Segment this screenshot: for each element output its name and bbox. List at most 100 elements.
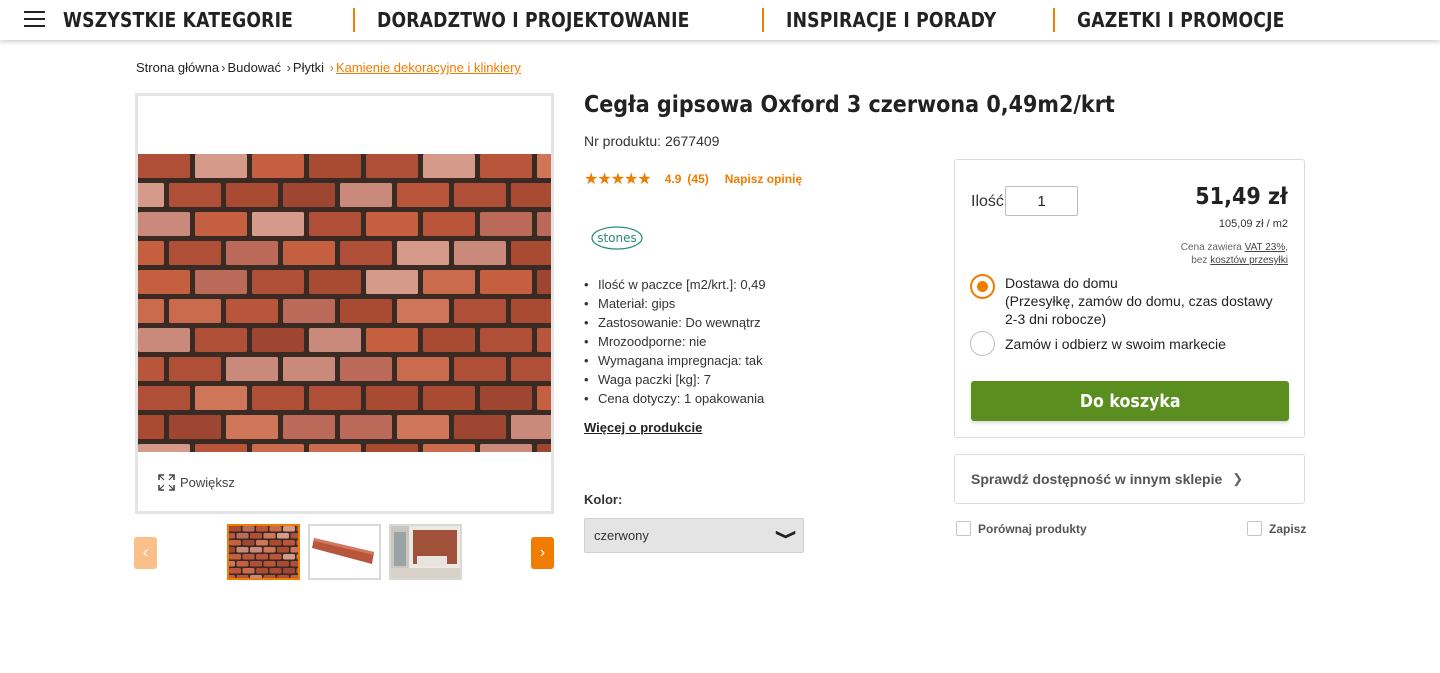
brick-texture — [340, 415, 392, 439]
delivery-option-home[interactable]: Dostawa do domu (Przesyłkę, zamów do domu… — [970, 274, 1285, 328]
brick-texture — [511, 415, 551, 439]
color-select[interactable]: czerwony ❯ — [584, 518, 804, 553]
feature-item: Zastosowanie: Do wewnątrz — [584, 313, 766, 332]
brick-texture — [229, 554, 241, 560]
thumbnail-brick-wall-image — [229, 526, 298, 578]
brick-texture — [256, 526, 268, 532]
brick-texture — [537, 270, 551, 294]
chevron-down-icon: ❯ — [776, 528, 800, 541]
breadcrumb-home[interactable]: Strona główna — [136, 60, 219, 75]
brick-texture — [229, 561, 235, 567]
brick-texture — [283, 568, 295, 574]
nav-advice-design[interactable]: DORADZTWO I PROJEKTOWANIE — [377, 8, 690, 32]
compare-checkbox-box[interactable] — [956, 521, 971, 536]
brick-texture — [309, 270, 361, 294]
brick-texture — [263, 561, 276, 567]
brick-texture — [229, 540, 241, 546]
brick-texture — [480, 328, 532, 352]
brick-texture — [242, 526, 255, 532]
brick-texture — [195, 154, 247, 178]
brick-texture — [397, 357, 449, 381]
brick-texture — [366, 386, 418, 410]
rating-score: 4.9 — [664, 172, 682, 186]
more-about-product-link[interactable]: Więcej o produkcie — [584, 420, 702, 435]
breadcrumb-build[interactable]: Budować — [227, 60, 280, 75]
delivery-option-pickup[interactable]: Zamów i odbierz w swoim markecie — [970, 331, 1285, 356]
product-number: Nr produktu: 2677409 — [584, 133, 719, 149]
brick-texture — [226, 299, 278, 323]
brick-texture — [226, 357, 278, 381]
brick-texture — [226, 241, 278, 265]
brick-texture — [537, 386, 551, 410]
check-availability-button[interactable]: Sprawdź dostępność w innym sklepie ❯ — [954, 454, 1305, 504]
brand-logo[interactable]: stones — [590, 224, 646, 257]
breadcrumb-separator: › — [221, 60, 226, 75]
brick-texture — [269, 568, 282, 574]
save-checkbox[interactable]: Zapisz — [1247, 521, 1306, 536]
thumbnail-interior-image — [391, 526, 460, 578]
delivery-pickup-radio[interactable] — [970, 331, 995, 356]
brick-texture — [229, 575, 235, 578]
brick-texture — [366, 270, 418, 294]
nav-separator — [761, 8, 764, 32]
brick-texture — [309, 212, 361, 236]
feature-item: Wymagana impregnacja: tak — [584, 351, 766, 370]
thumbnail-brick-wall[interactable] — [227, 524, 300, 580]
shipping-costs-link[interactable]: kosztów przesyłki — [1210, 255, 1288, 266]
vat-link[interactable]: VAT 23% — [1245, 242, 1286, 253]
nav-all-categories[interactable]: WSZYSTKIE KATEGORIE — [63, 8, 293, 32]
compare-products-checkbox[interactable]: Porównaj produkty — [956, 521, 1087, 536]
delivery-home-title: Dostawa do domu — [1005, 275, 1118, 291]
write-review-link[interactable]: Napisz opinię — [725, 172, 802, 186]
brick-texture — [226, 183, 278, 207]
brick-texture — [263, 533, 276, 539]
compare-label: Porównaj produkty — [978, 521, 1087, 536]
brand-name: stones — [597, 231, 637, 245]
brick-texture — [252, 212, 304, 236]
brick-texture — [290, 533, 298, 539]
brick-texture — [309, 386, 361, 410]
breadcrumb: Strona główna › Budować › Płytki › Kamienie … — [136, 60, 521, 75]
brick-texture — [252, 328, 304, 352]
zoom-button[interactable]: Powiększ — [158, 474, 235, 491]
rating-count[interactable]: (45) — [687, 172, 708, 186]
brick-texture — [138, 386, 190, 410]
thumbnail-next-button[interactable]: › — [531, 537, 554, 569]
feature-item: Materiał: gips — [584, 294, 766, 313]
brick-texture — [195, 270, 247, 294]
brick-texture — [397, 241, 449, 265]
brick-texture — [283, 183, 335, 207]
brick-texture — [454, 415, 506, 439]
brick-texture — [169, 241, 221, 265]
brick-texture — [236, 533, 249, 539]
brick-texture — [169, 183, 221, 207]
quantity-input[interactable] — [1005, 186, 1078, 216]
thumbnail-single-brick[interactable] — [308, 524, 381, 580]
breadcrumb-tiles[interactable]: Płytki — [293, 60, 324, 75]
menu-icon[interactable] — [24, 10, 45, 28]
brick-texture — [296, 554, 298, 560]
brick-texture — [454, 241, 506, 265]
vat-note: Cena zawiera VAT 23%, bez kosztów przesy… — [1181, 241, 1288, 267]
brick-texture — [242, 554, 255, 560]
product-image-frame[interactable]: Powiększ — [135, 93, 554, 514]
breadcrumb-decorative-stones[interactable]: Kamienie dekoracyjne i klinkiery — [336, 60, 521, 75]
color-select-value: czerwony — [594, 528, 649, 543]
brick-texture — [229, 526, 241, 532]
brick-texture — [480, 212, 532, 236]
brick-texture — [277, 533, 289, 539]
rating-stars[interactable]: ★★★★★ — [584, 169, 652, 189]
brick-texture — [340, 299, 392, 323]
nav-promotions[interactable]: GAZETKI I PROMOCJE — [1077, 8, 1285, 32]
nav-inspirations[interactable]: INSPIRACJE I PORADY — [786, 8, 996, 32]
breadcrumb-separator: › — [286, 60, 291, 75]
brick-texture — [423, 386, 475, 410]
brick-texture — [195, 444, 247, 452]
thumbnail-prev-button[interactable]: ‹ — [134, 537, 157, 569]
brick-texture — [226, 415, 278, 439]
add-to-cart-button[interactable]: Do koszyka — [971, 381, 1289, 421]
thumbnail-interior[interactable] — [389, 524, 462, 580]
delivery-home-radio[interactable] — [970, 274, 995, 299]
delivery-home-text: Dostawa do domu (Przesyłkę, zamów do domu… — [1005, 274, 1285, 328]
save-checkbox-box[interactable] — [1247, 521, 1262, 536]
